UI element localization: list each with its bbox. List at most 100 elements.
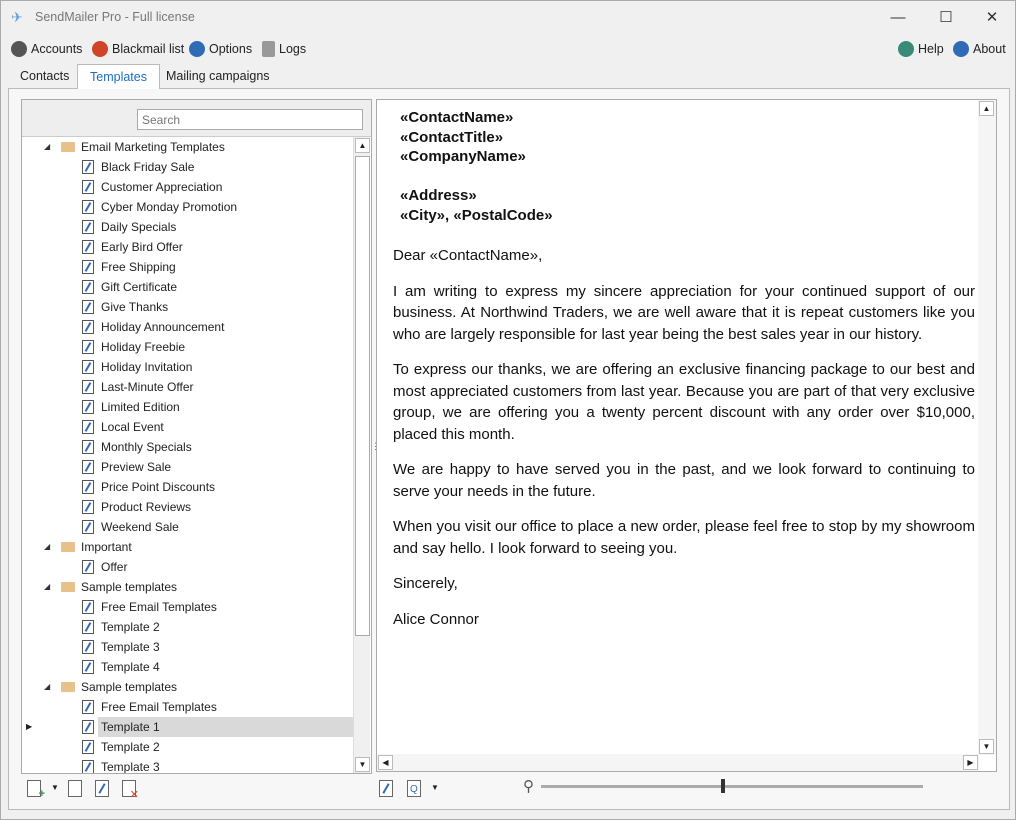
tree-label: Preview Sale [101, 460, 172, 474]
tree-item[interactable]: Template 3 [22, 757, 353, 773]
template-file-icon [82, 360, 94, 374]
tree-item[interactable]: Free Shipping [22, 257, 353, 277]
about-button[interactable]: About [953, 39, 1006, 59]
tab-templates[interactable]: Templates [77, 64, 160, 89]
tree-item[interactable]: Holiday Announcement [22, 317, 353, 337]
tree-item[interactable]: Give Thanks [22, 297, 353, 317]
tree-item[interactable]: Preview Sale [22, 457, 353, 477]
tree-label: Price Point Discounts [101, 480, 216, 494]
close-button[interactable]: ✕ [977, 7, 1007, 29]
collapse-toggle-icon[interactable]: ◢ [44, 677, 50, 697]
preview-vertical-scrollbar[interactable]: ▲ ▼ [978, 100, 996, 755]
letter-paragraph: Alice Connor [393, 610, 479, 628]
template-preview: «ContactName» «ContactTitle» «CompanyName»… [376, 99, 997, 772]
tree-item[interactable]: Daily Specials [22, 217, 353, 237]
tree-item[interactable]: Customer Appreciation [22, 177, 353, 197]
template-file-icon [82, 640, 94, 654]
tree-item[interactable]: Last-Minute Offer [22, 377, 353, 397]
tree-item[interactable]: Limited Edition [22, 397, 353, 417]
template-file-icon [82, 400, 94, 414]
tree-label: Last-Minute Offer [101, 380, 194, 394]
maximize-button[interactable]: ☐ [931, 7, 961, 29]
tree-item[interactable]: Offer [22, 557, 353, 577]
tree-folder[interactable]: ◢ Important [22, 537, 353, 557]
help-button[interactable]: Help [898, 39, 944, 59]
tree-item[interactable]: Holiday Invitation [22, 357, 353, 377]
collapse-toggle-icon[interactable]: ◢ [44, 137, 50, 157]
tree-item[interactable]: Weekend Sale [22, 517, 353, 537]
gear-icon [189, 41, 205, 57]
tree-item[interactable]: Product Reviews [22, 497, 353, 517]
template-file-icon [82, 220, 94, 234]
tree-label: Template 2 [101, 740, 160, 754]
tree-item[interactable]: Black Friday Sale [22, 157, 353, 177]
collapse-toggle-icon[interactable]: ◢ [44, 537, 50, 557]
letter-paragraph: Dear «ContactName», [393, 247, 543, 264]
splitter[interactable]: ⋮ [371, 441, 380, 461]
preview-dropdown-arrow[interactable]: ▼ [431, 783, 439, 792]
scroll-up-button[interactable]: ▲ [979, 101, 994, 116]
tree-item[interactable]: Cyber Monday Promotion [22, 197, 353, 217]
template-file-icon [82, 160, 94, 174]
options-button[interactable]: Options [189, 39, 252, 59]
folder-open-icon [61, 142, 75, 152]
merge-field-line: «ContactName» [400, 109, 514, 126]
tree-item[interactable]: ▶ Template 1 [22, 717, 353, 737]
search-input[interactable] [137, 109, 363, 130]
tree-item[interactable]: Local Event [22, 417, 353, 437]
scroll-up-button[interactable]: ▲ [355, 138, 370, 153]
tree-item[interactable]: Early Bird Offer [22, 237, 353, 257]
tree-folder[interactable]: ◢ Sample templates [22, 577, 353, 597]
template-file-icon [82, 480, 94, 494]
tree-scrollbar[interactable]: ▲ ▼ [353, 137, 370, 773]
accounts-button[interactable]: Accounts [11, 39, 82, 59]
tree-label: Daily Specials [101, 220, 177, 234]
blackmail-label: Blackmail list [112, 42, 185, 56]
preview-document-icon[interactable]: Q [407, 780, 421, 797]
scroll-left-button[interactable]: ◀ [378, 755, 393, 770]
help-icon [898, 41, 914, 57]
new-template-icon[interactable]: + [27, 780, 45, 800]
tree-label: Offer [101, 560, 128, 574]
collapse-toggle-icon[interactable]: ◢ [44, 577, 50, 597]
folder-open-icon [61, 582, 75, 592]
scrollbar-thumb[interactable] [355, 156, 370, 636]
tree-item[interactable]: Free Email Templates [22, 597, 353, 617]
preview-horizontal-scrollbar[interactable]: ◀ ▶ [377, 754, 979, 771]
delete-template-icon[interactable]: ✕ [122, 780, 139, 801]
scroll-down-button[interactable]: ▼ [355, 757, 370, 772]
tree-item[interactable]: Template 3 [22, 637, 353, 657]
tree-label: Holiday Freebie [101, 340, 186, 354]
template-file-icon [82, 600, 94, 614]
template-file-icon [82, 180, 94, 194]
tree-label: Template 3 [101, 640, 160, 654]
tree-item[interactable]: Template 4 [22, 657, 353, 677]
minimize-button[interactable]: — [883, 7, 913, 29]
tree-item[interactable]: Monthly Specials [22, 437, 353, 457]
tree-item[interactable]: Template 2 [22, 617, 353, 637]
blackmail-list-button[interactable]: Blackmail list [92, 39, 184, 59]
template-file-icon [82, 520, 94, 534]
tree-item[interactable]: Free Email Templates [22, 697, 353, 717]
tree-item[interactable]: Template 2 [22, 737, 353, 757]
tree-item[interactable]: Gift Certificate [22, 277, 353, 297]
tab-contacts[interactable]: Contacts [8, 64, 81, 88]
logs-button[interactable]: Logs [262, 39, 306, 59]
tree-label: Holiday Announcement [101, 320, 225, 334]
edit-document-icon[interactable] [379, 780, 393, 797]
new-dropdown-arrow[interactable]: ▼ [51, 783, 59, 792]
copy-template-icon[interactable] [68, 780, 82, 797]
zoom-slider-thumb[interactable] [721, 779, 725, 793]
tree-label: Template 2 [101, 620, 160, 634]
template-file-icon [82, 440, 94, 454]
tree-label: Template 4 [101, 660, 160, 674]
edit-template-icon[interactable] [95, 780, 109, 797]
tree-item[interactable]: Price Point Discounts [22, 477, 353, 497]
zoom-slider[interactable] [541, 785, 923, 788]
tree-folder[interactable]: ◢ Sample templates [22, 677, 353, 697]
scroll-right-button[interactable]: ▶ [963, 755, 978, 770]
scroll-down-button[interactable]: ▼ [979, 739, 994, 754]
tab-mailing-campaigns[interactable]: Mailing campaigns [154, 64, 282, 88]
tree-folder[interactable]: ◢ Email Marketing Templates [22, 137, 353, 157]
tree-item[interactable]: Holiday Freebie [22, 337, 353, 357]
